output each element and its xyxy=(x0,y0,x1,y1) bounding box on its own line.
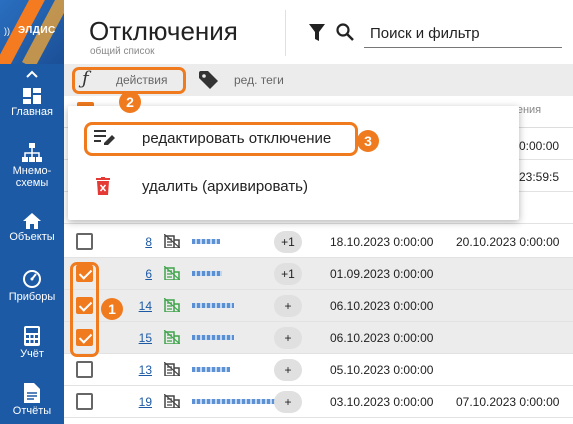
sidebar-item-label: Мнемо- xyxy=(12,165,52,177)
sidebar: )) ЭЛДИС Главная Мнемо- схемы Объекты Пр… xyxy=(0,0,64,424)
row-name-blurred xyxy=(192,271,222,276)
sidebar-item-mnemo[interactable]: Мнемо- схемы xyxy=(0,143,64,189)
logo-text: ЭЛДИС xyxy=(18,25,56,36)
sidebar-item-devices[interactable]: Приборы xyxy=(0,269,64,303)
row-id-link[interactable]: 19 xyxy=(130,395,152,409)
sidebar-item-label: Главная xyxy=(11,106,53,118)
logo-waves: )) xyxy=(4,26,10,36)
app-root: )) ЭЛДИС Главная Мнемо- схемы Объекты Пр… xyxy=(0,0,573,424)
report-icon xyxy=(24,383,40,403)
home-icon xyxy=(23,213,41,229)
page-subtitle: общий список xyxy=(90,46,155,57)
table-row[interactable]: 13 +05.10.2023 0:00:00 xyxy=(64,354,573,386)
sidebar-item-label: Учёт xyxy=(20,348,44,360)
table-row[interactable]: 6 +1 01.09.2023 0:00:00 xyxy=(64,258,573,290)
tag-add-button[interactable]: + xyxy=(274,391,302,413)
row-start-date: 03.10.2023 0:00:00 xyxy=(330,395,434,409)
table-row[interactable]: 8 +1 18.10.2023 0:00:00 20.10.2023 0:00:00 xyxy=(64,226,573,258)
row-name-blurred xyxy=(192,367,230,372)
tag-icon[interactable] xyxy=(199,71,219,94)
building-status-icon xyxy=(163,361,181,379)
row-id-link[interactable]: 8 xyxy=(130,235,152,249)
sidebar-item-home[interactable]: Главная xyxy=(0,88,64,118)
header-divider xyxy=(285,10,286,56)
table-cell: 0:00:00 xyxy=(519,139,560,153)
building-status-icon xyxy=(163,265,181,283)
checkbox-highlight xyxy=(70,262,99,357)
row-id-link[interactable]: 6 xyxy=(130,267,152,281)
building-status-icon xyxy=(163,233,181,251)
page-title: Отключения xyxy=(89,16,238,46)
row-checkbox[interactable] xyxy=(76,361,93,378)
row-name-blurred xyxy=(192,303,234,308)
sidebar-item-label: Приборы xyxy=(8,291,56,303)
dashboard-icon xyxy=(23,88,41,104)
delete-icon xyxy=(96,177,110,200)
tag-add-button[interactable]: + xyxy=(274,327,302,349)
gauge-icon xyxy=(23,270,41,288)
sidebar-item-label: схемы xyxy=(15,177,49,189)
table-row[interactable]: 15 +06.10.2023 0:00:00 xyxy=(64,322,573,354)
callout-3: 3 xyxy=(357,130,379,152)
menu-item-label: удалить (архивировать) xyxy=(142,178,308,195)
row-id-link[interactable]: 15 xyxy=(130,331,152,345)
table-cell: 23:59:5 xyxy=(519,170,560,184)
row-start-date: 18.10.2023 0:00:00 xyxy=(330,235,434,249)
row-name-blurred xyxy=(192,399,276,404)
row-start-date: 06.10.2023 0:00:00 xyxy=(330,299,434,313)
row-start-date: 06.10.2023 0:00:00 xyxy=(330,331,434,345)
search-icon[interactable] xyxy=(336,23,354,46)
edit-tags-button[interactable]: ред. теги xyxy=(234,73,284,87)
callout-2: 2 xyxy=(119,91,141,113)
row-end-date: 07.10.2023 0:00:00 xyxy=(456,395,560,409)
edit-highlight xyxy=(84,122,358,156)
row-end-date: 20.10.2023 0:00:00 xyxy=(456,235,560,249)
row-name-blurred xyxy=(192,335,234,340)
sidebar-item-accounting[interactable]: Учёт xyxy=(0,326,64,360)
tag-add-button[interactable]: +1 xyxy=(274,231,302,253)
row-id-link[interactable]: 14 xyxy=(130,299,152,313)
search-input[interactable] xyxy=(364,20,562,48)
sidebar-item-label: Объекты xyxy=(9,231,55,243)
row-id-link[interactable]: 13 xyxy=(130,363,152,377)
sidebar-item-reports[interactable]: Отчёты xyxy=(0,383,64,417)
table-row[interactable]: 19 +03.10.2023 0:00:00 07.10.2023 0:00:00 xyxy=(64,386,573,418)
row-name-blurred xyxy=(192,239,220,244)
building-status-icon xyxy=(163,297,181,315)
tag-add-button[interactable]: + xyxy=(274,295,302,317)
sitemap-icon xyxy=(22,143,42,162)
menu-item-delete[interactable]: удалить (архивировать) xyxy=(68,166,519,206)
chevron-up-icon[interactable] xyxy=(22,66,42,82)
tag-add-button[interactable]: + xyxy=(274,359,302,381)
filter-icon[interactable] xyxy=(309,24,325,47)
building-status-icon xyxy=(163,393,181,411)
row-checkbox[interactable] xyxy=(76,233,93,250)
logo[interactable]: )) ЭЛДИС xyxy=(0,0,64,64)
sidebar-item-objects[interactable]: Объекты xyxy=(0,213,64,243)
row-start-date: 01.09.2023 0:00:00 xyxy=(330,267,434,281)
building-status-icon xyxy=(163,329,181,347)
tag-add-button[interactable]: +1 xyxy=(274,263,302,285)
row-checkbox[interactable] xyxy=(76,393,93,410)
callout-1: 1 xyxy=(101,298,123,320)
actions-highlight xyxy=(72,67,186,94)
calculator-icon xyxy=(24,326,40,346)
row-start-date: 05.10.2023 0:00:00 xyxy=(330,363,434,377)
table-row[interactable]: 14 +06.10.2023 0:00:00 xyxy=(64,290,573,322)
sidebar-item-label: Отчёты xyxy=(12,405,52,417)
